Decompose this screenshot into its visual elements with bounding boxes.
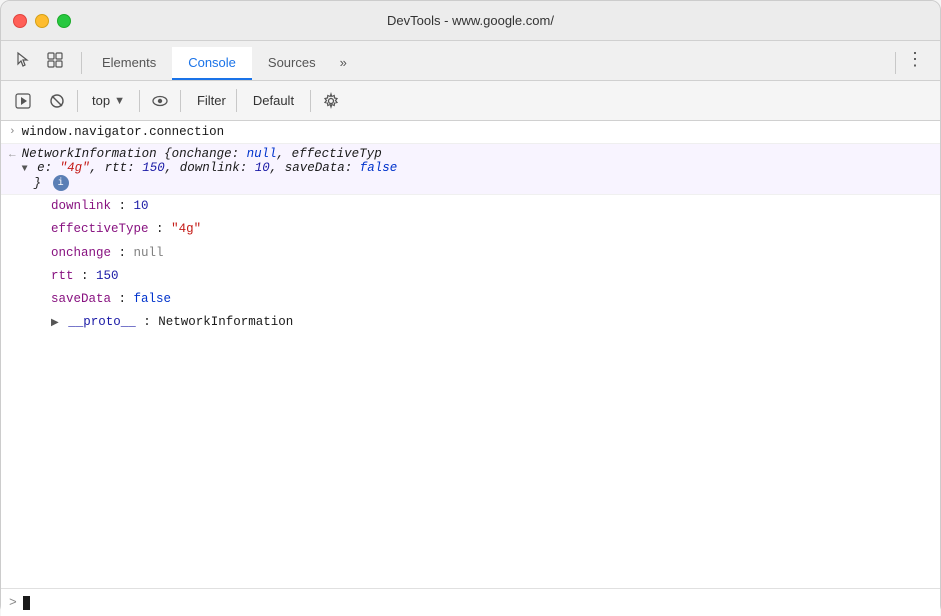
proto-expand-arrow[interactable] <box>51 315 59 332</box>
expanded-props: downlink : 10 effectiveType : "4g" oncha… <box>1 195 940 335</box>
output-rtt: , rtt: <box>90 161 143 175</box>
info-badge[interactable]: i <box>53 175 69 191</box>
prop-key-rtt: rtt <box>51 269 74 283</box>
cursor-blink <box>23 596 30 610</box>
prop-rtt: rtt : 150 <box>1 265 940 288</box>
prop-sep-2: : <box>156 222 171 236</box>
null-val-1: null <box>247 147 277 161</box>
context-arrow: ▼ <box>114 95 125 107</box>
output-content: NetworkInformation {onchange: null, effe… <box>22 147 398 191</box>
prop-sep-5: : <box>119 292 134 306</box>
console-area[interactable]: › window.navigator.connection ← NetworkI… <box>1 121 940 616</box>
prop-val-effectivetype: "4g" <box>171 222 201 236</box>
default-button[interactable]: Default <box>243 89 304 112</box>
console-input-row: › window.navigator.connection <box>1 121 940 144</box>
toolbar-divider-2 <box>139 90 140 112</box>
rtt-val: 150 <box>142 161 165 175</box>
output-line2-text: e: <box>37 161 60 175</box>
console-wrapper: › window.navigator.connection ← NetworkI… <box>1 121 940 616</box>
prop-onchange: onchange : null <box>1 242 940 265</box>
block-icon[interactable] <box>43 87 71 115</box>
traffic-lights <box>13 14 71 28</box>
prop-key-downlink: downlink <box>51 199 111 213</box>
output-savedata: , saveData: <box>270 161 360 175</box>
prop-key-proto: __proto__ <box>68 315 136 329</box>
bottom-prompt-symbol: > <box>9 595 17 610</box>
prop-val-proto: NetworkInformation <box>158 315 293 329</box>
prop-sep-4: : <box>81 269 96 283</box>
false-val: false <box>360 161 398 175</box>
console-toolbar: top ▼ Filter Default <box>1 81 940 121</box>
cursor-icon[interactable] <box>11 48 35 72</box>
prop-sep-3: : <box>119 246 134 260</box>
devtools-icons <box>11 48 67 80</box>
toolbar-divider-3 <box>180 90 181 112</box>
prop-sep-1: : <box>119 199 134 213</box>
context-selector[interactable]: top ▼ <box>84 89 133 112</box>
tabbar: Elements Console Sources » ⋮ <box>1 41 940 81</box>
more-tabs-button[interactable]: » <box>332 47 355 80</box>
tab-elements[interactable]: Elements <box>86 47 172 80</box>
console-input-text: window.navigator.connection <box>22 125 225 139</box>
prop-savedata: saveData : false <box>1 288 940 311</box>
execute-button[interactable] <box>9 87 37 115</box>
toolbar-divider-1 <box>77 90 78 112</box>
devtools-menu-button[interactable]: ⋮ <box>900 43 930 76</box>
input-chevron: › <box>9 126 16 138</box>
tab-sources[interactable]: Sources <box>252 47 332 80</box>
output-arrow: ← <box>9 147 16 161</box>
prop-proto: __proto__ : NetworkInformation <box>1 311 940 334</box>
close-button[interactable] <box>13 14 27 28</box>
downlink-val: 10 <box>255 161 270 175</box>
prop-key-effectivetype: effectiveType <box>51 222 149 236</box>
console-bottom-input[interactable]: > <box>1 588 940 616</box>
prop-val-onchange: null <box>134 246 164 260</box>
output-line2: e: "4g", rtt: 150, downlink: 10, saveDat… <box>22 161 398 175</box>
prop-val-savedata: false <box>134 292 172 306</box>
tab-divider-right <box>895 52 896 74</box>
prop-val-rtt: 150 <box>96 269 119 283</box>
output-object-label: NetworkInformation {onchange: <box>22 147 247 161</box>
settings-button[interactable] <box>317 87 345 115</box>
titlebar: DevTools - www.google.com/ <box>1 1 940 41</box>
prop-key-savedata: saveData <box>51 292 111 306</box>
output-cont-1: , effectiveTyp <box>277 147 382 161</box>
toolbar-divider-4 <box>310 90 311 112</box>
prop-downlink: downlink : 10 <box>1 195 940 218</box>
output-downlink: , downlink: <box>165 161 255 175</box>
tab-console[interactable]: Console <box>172 47 252 80</box>
prop-val-downlink: 10 <box>134 199 149 213</box>
filter-button[interactable]: Filter <box>187 89 237 112</box>
output-line1: NetworkInformation {onchange: null, effe… <box>22 147 398 161</box>
minimize-button[interactable] <box>35 14 49 28</box>
string-4g: "4g" <box>60 161 90 175</box>
window-title: DevTools - www.google.com/ <box>387 13 554 28</box>
eye-button[interactable] <box>146 87 174 115</box>
prop-sep-proto: : <box>143 315 158 329</box>
inspect-icon[interactable] <box>43 48 67 72</box>
console-output-row: ← NetworkInformation {onchange: null, ef… <box>1 144 940 195</box>
prop-key-onchange: onchange <box>51 246 111 260</box>
maximize-button[interactable] <box>57 14 71 28</box>
prop-effectivetype: effectiveType : "4g" <box>1 218 940 241</box>
expand-arrow[interactable] <box>22 164 28 175</box>
output-close: } i <box>22 175 398 191</box>
tab-divider-left <box>81 52 82 74</box>
